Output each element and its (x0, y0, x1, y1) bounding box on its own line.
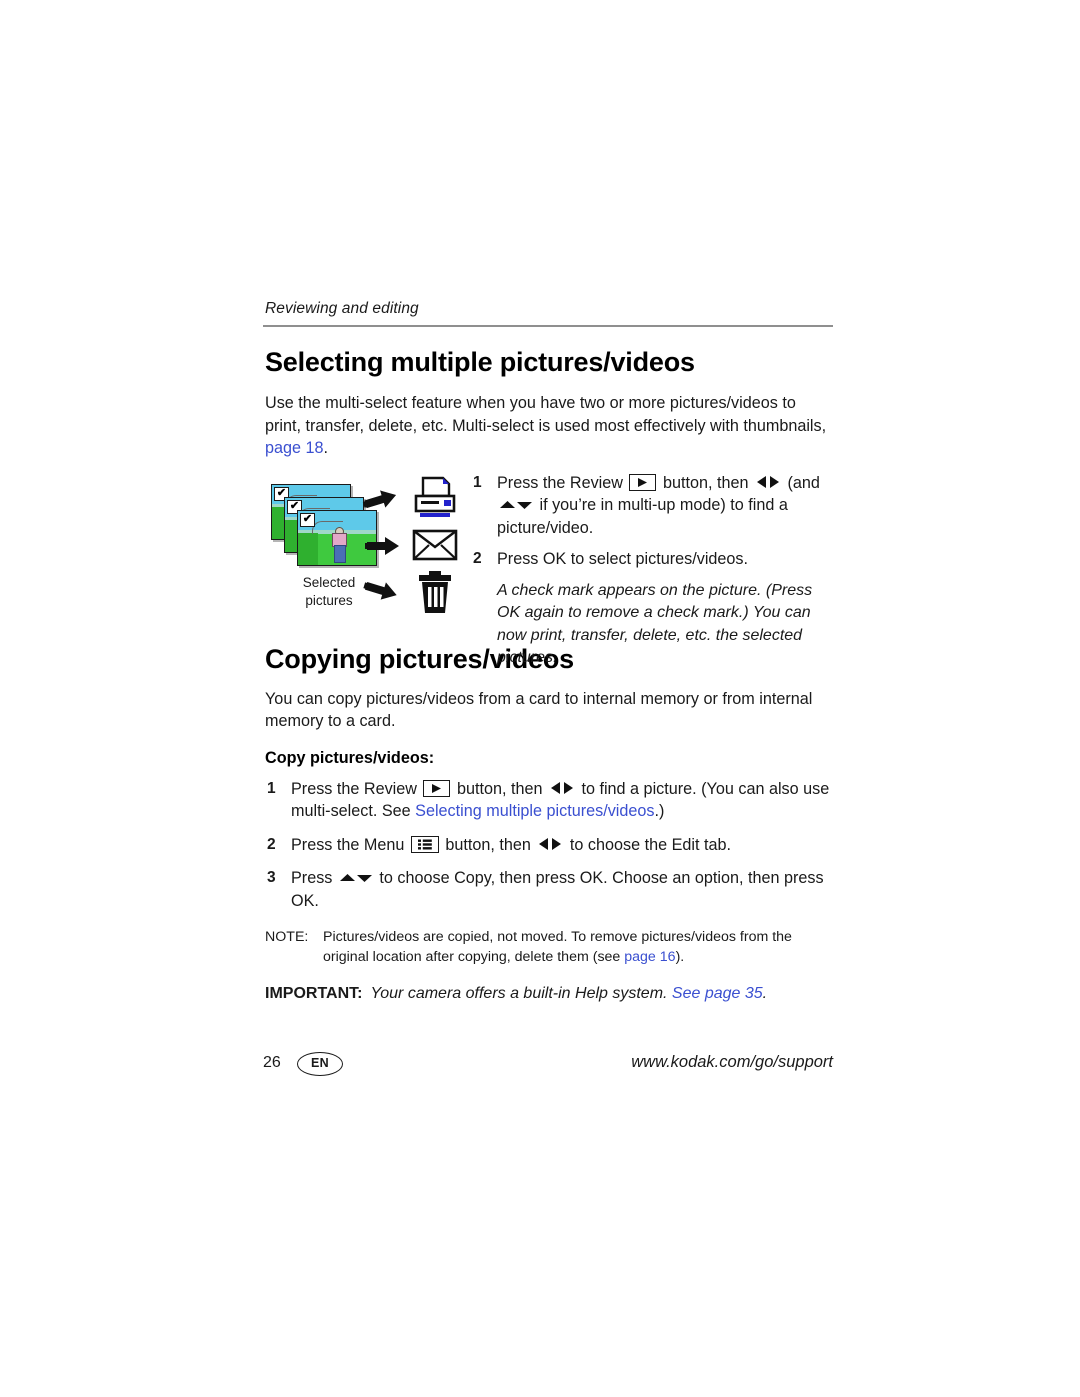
step-number: 3 (267, 869, 276, 886)
language-badge: EN (297, 1052, 343, 1076)
envelope-icon (411, 528, 459, 567)
destination-icons (411, 476, 467, 616)
important-label: IMPORTANT: (265, 985, 363, 1002)
step-text-part1: Press (291, 869, 337, 887)
left-right-arrows-icon (755, 472, 781, 495)
step-text-part3: to choose the Edit tab. (565, 835, 731, 854)
up-arrow-icon (339, 872, 356, 884)
review-button-icon (629, 473, 657, 491)
right-arrow-icon (768, 475, 781, 489)
checkmark-icon: ✔ (300, 512, 315, 527)
important-block: IMPORTANT: Your camera offers a built-in … (265, 983, 833, 1005)
page-content: Reviewing and editing Selecting multiple… (263, 300, 833, 1005)
multiselect-figure-row: ✔ ✔ ✔ Selected pictures 1 Press the Revi… (263, 470, 833, 666)
copy-subheading: Copy pictures/videos: (265, 748, 435, 767)
printer-icon (411, 476, 459, 527)
photo-grass-dark (298, 533, 319, 565)
select-steps: 1 Press the Review button, then (and if y… (473, 472, 833, 670)
page-16-link[interactable]: page 16 (624, 949, 675, 965)
note-text-before-link: Pictures/videos are copied, not moved. T… (323, 929, 792, 965)
step-text-part1: Press the Review (291, 779, 422, 798)
up-down-arrows-icon (339, 867, 373, 890)
copy-step-list: 1 Press the Review button, then to find a… (265, 778, 833, 913)
see-page-35-link[interactable]: See page 35 (672, 985, 763, 1002)
menu-button-icon (410, 835, 439, 853)
intro-text-before-link: Use the multi-select feature when you ha… (265, 394, 827, 435)
step-item: 1 Press the Review button, then to find a… (265, 778, 833, 823)
step-text-part2: button, then (452, 779, 547, 798)
step-number: 1 (473, 473, 482, 491)
header-rule (263, 325, 833, 327)
important-text-after-link: . (762, 985, 768, 1002)
step-item: 1 Press the Review button, then (and if y… (473, 472, 833, 540)
left-arrow-icon (537, 837, 550, 851)
step-text-part2: button, then (440, 835, 536, 854)
arrow-icon (365, 535, 405, 559)
step-number: 2 (473, 550, 482, 567)
arrow-icon (360, 482, 405, 517)
running-head: Reviewing and editing (265, 300, 419, 317)
up-down-arrows-icon (499, 494, 533, 517)
support-url: www.kodak.com/go/support (631, 1053, 833, 1071)
left-right-arrows-icon (549, 778, 575, 801)
note-text-after-link: ). (675, 948, 685, 965)
down-arrow-icon (356, 872, 373, 884)
step-number: 2 (267, 835, 276, 853)
right-arrow-icon (550, 837, 563, 851)
select-step-list: 1 Press the Review button, then (and if y… (473, 472, 833, 571)
note-block: NOTE: Pictures/videos are copied, not mov… (265, 928, 833, 967)
step-text-part2: button, then (658, 473, 753, 492)
golfer-legs (333, 544, 346, 563)
right-arrow-icon (562, 781, 575, 795)
step-text-part3: (and (782, 473, 820, 492)
step-item: 3 Press to choose Copy, then press OK. Ch… (265, 867, 833, 912)
copy-intro-paragraph: You can copy pictures/videos from a card… (265, 689, 813, 731)
step-text-part4: .) (654, 802, 665, 820)
step-item: 2 Press the Menu button, then to choose t… (265, 834, 833, 857)
step-text-part1: Press the Menu (291, 835, 409, 854)
intro-paragraph: Use the multi-select feature when you ha… (265, 392, 833, 460)
left-arrow-icon (755, 475, 768, 489)
select-steps-note: A check mark appears on the picture. (Pr… (497, 581, 813, 667)
up-arrow-icon (499, 499, 516, 511)
step-number: 1 (267, 779, 276, 797)
page-18-link[interactable]: page 18 (265, 439, 324, 457)
intro-text-after-link: . (323, 439, 329, 457)
trash-icon (411, 570, 459, 620)
step-text-part1: Press the Review (497, 473, 628, 492)
step-text-part1: Press OK to select pictures/videos. (497, 550, 749, 568)
note-label: NOTE: (265, 929, 309, 945)
arrow-icon (360, 574, 405, 609)
document-page: Reviewing and editing Selecting multiple… (0, 0, 1080, 1397)
page-title: Selecting multiple pictures/videos (265, 347, 695, 377)
step-text-part4: if you’re in multi-up mode) to find a pi… (497, 496, 788, 537)
multiselect-illustration: ✔ ✔ ✔ Selected pictures (263, 470, 463, 618)
left-arrow-icon (549, 781, 562, 795)
page-number: 26 (263, 1054, 281, 1071)
down-arrow-icon (516, 499, 533, 511)
page-footer: 26 EN www.kodak.com/go/support (263, 1052, 833, 1082)
review-button-icon (423, 779, 451, 797)
step-item: 2 Press OK to select pictures/videos. (473, 548, 833, 571)
left-right-arrows-icon (537, 834, 563, 857)
selecting-multiple-link[interactable]: Selecting multiple pictures/videos (415, 802, 654, 820)
important-text: Your camera offers a built-in Help syste… (370, 985, 672, 1002)
